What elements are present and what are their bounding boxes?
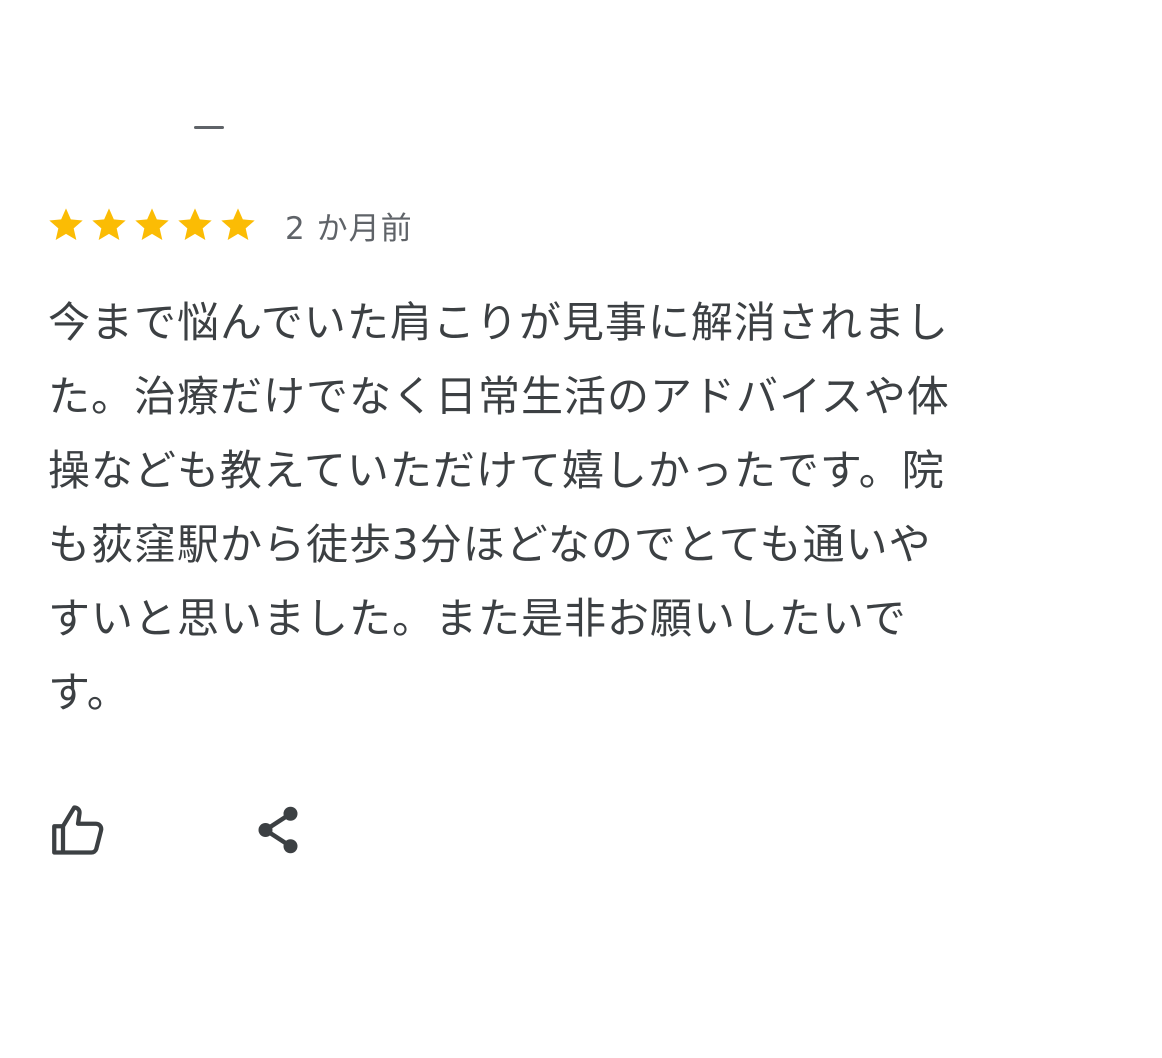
star-icon — [178, 208, 212, 240]
star-icon — [92, 208, 126, 240]
star-icon — [49, 208, 83, 240]
star-icon — [135, 208, 169, 240]
review-actions — [48, 798, 312, 862]
star-rating — [46, 205, 261, 245]
top-divider-fragment — [194, 126, 224, 129]
like-button[interactable] — [48, 798, 112, 862]
thumbs-up-icon — [52, 805, 104, 855]
share-icon — [258, 806, 298, 854]
share-button[interactable] — [248, 798, 312, 862]
review-text: 今まで悩んでいた肩こりが見事に解消されまし た。治療だけでなく日常生活のアドバイ… — [48, 298, 950, 717]
review-time: 2 か月前 — [285, 210, 413, 247]
rating-row: 2 か月前 — [46, 200, 413, 250]
star-icon — [221, 208, 255, 240]
